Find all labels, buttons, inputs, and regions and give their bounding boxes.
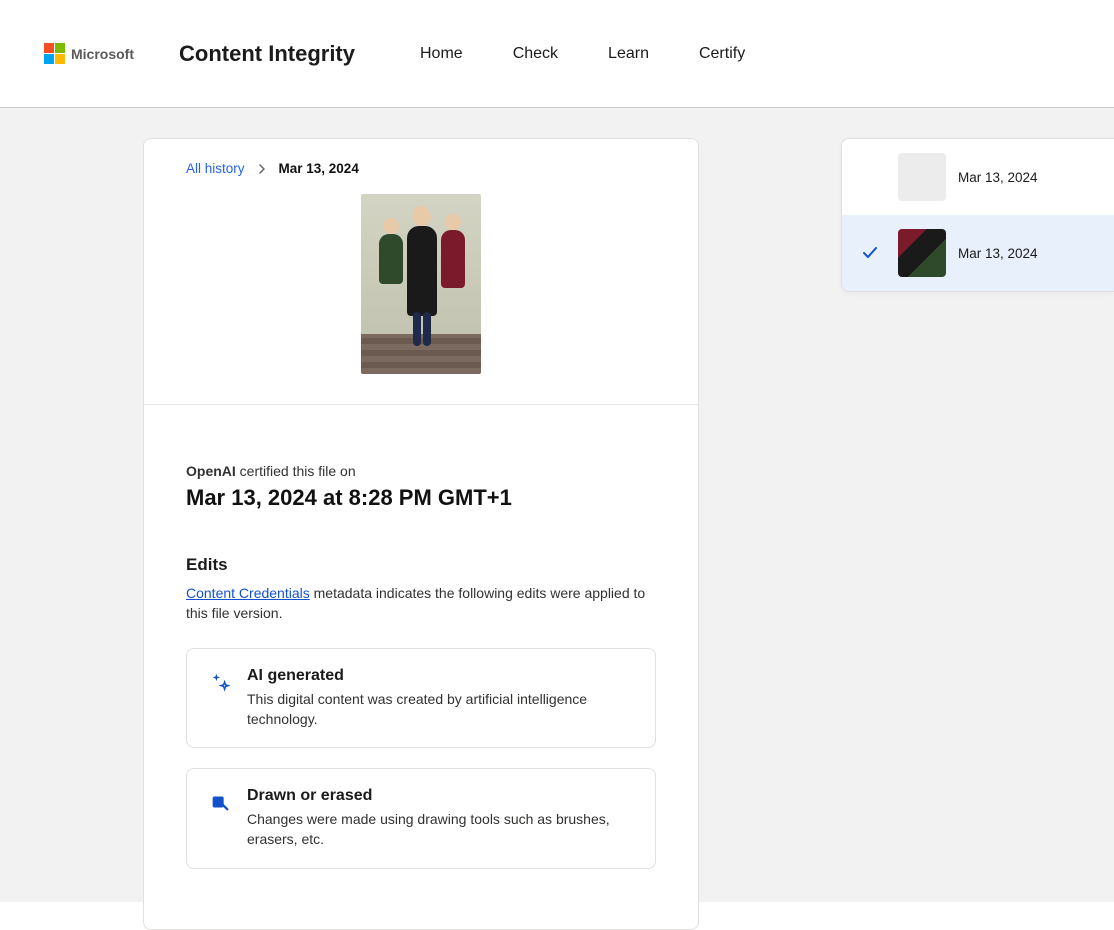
content-credentials-link[interactable]: Content Credentials <box>186 585 310 601</box>
edit-desc: Changes were made using drawing tools su… <box>247 809 635 850</box>
history-thumb-placeholder <box>898 153 946 201</box>
edit-title: Drawn or erased <box>247 787 635 805</box>
nav-learn[interactable]: Learn <box>608 45 649 63</box>
certification-suffix: certified this file on <box>236 463 356 479</box>
card-preview-section: All history Mar 13, 2024 <box>144 139 698 405</box>
detail-card: All history Mar 13, 2024 OpenAI certifie… <box>143 138 699 930</box>
brand-name: Microsoft <box>71 46 134 62</box>
app-title: Content Integrity <box>179 41 355 67</box>
chevron-right-icon <box>257 164 267 174</box>
nav-home[interactable]: Home <box>420 45 463 63</box>
app-header: Microsoft Content Integrity Home Check L… <box>0 0 1114 108</box>
check-icon <box>860 243 880 263</box>
microsoft-logo-icon <box>44 43 65 64</box>
history-item-selected[interactable]: Mar 13, 2024 <box>842 215 1114 291</box>
breadcrumb-root-link[interactable]: All history <box>186 161 245 176</box>
history-date: Mar 13, 2024 <box>958 246 1038 261</box>
edits-heading: Edits <box>186 555 656 575</box>
edit-title: AI generated <box>247 667 635 685</box>
page-body: All history Mar 13, 2024 OpenAI certifie… <box>0 108 1114 902</box>
preview-wrap <box>186 194 656 374</box>
card-details-section: OpenAI certified this file on Mar 13, 20… <box>144 405 698 929</box>
history-item[interactable]: Mar 13, 2024 <box>842 139 1114 215</box>
sparkle-icon <box>209 671 231 693</box>
breadcrumb-current: Mar 13, 2024 <box>279 161 359 176</box>
logo-sq-tr <box>55 43 65 53</box>
history-side-panel: Mar 13, 2024 Mar 13, 2024 <box>841 138 1114 292</box>
certification-datetime: Mar 13, 2024 at 8:28 PM GMT+1 <box>186 485 656 511</box>
edit-item-ai-generated: AI generated This digital content was cr… <box>186 648 656 749</box>
nav-certify[interactable]: Certify <box>699 45 745 63</box>
breadcrumb: All history Mar 13, 2024 <box>186 161 656 176</box>
edit-item-drawn-erased: Drawn or erased Changes were made using … <box>186 768 656 869</box>
file-preview-image <box>361 194 481 374</box>
primary-nav: Home Check Learn Certify <box>420 45 745 63</box>
edits-intro: Content Credentials metadata indicates t… <box>186 583 656 624</box>
nav-check[interactable]: Check <box>513 45 558 63</box>
certification-issuer: OpenAI <box>186 463 236 479</box>
brand-logo: Microsoft <box>44 43 134 64</box>
history-date: Mar 13, 2024 <box>958 170 1038 185</box>
logo-sq-tl <box>44 43 54 53</box>
history-thumb <box>898 229 946 277</box>
logo-sq-br <box>55 54 65 64</box>
edit-desc: This digital content was created by arti… <box>247 689 635 730</box>
certification-line: OpenAI certified this file on <box>186 463 656 479</box>
brush-icon <box>209 791 231 813</box>
logo-sq-bl <box>44 54 54 64</box>
